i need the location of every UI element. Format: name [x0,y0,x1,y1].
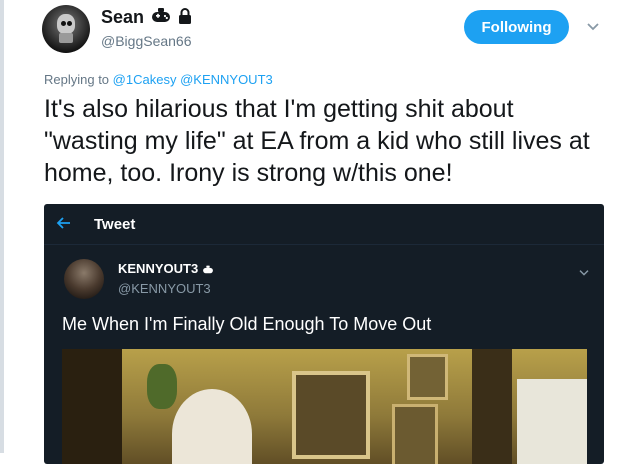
quoted-author-handle[interactable]: @KENNYOUT3 [118,281,211,296]
gamepad-icon [202,262,214,280]
embed-header-title: Tweet [94,216,136,233]
chevron-down-icon[interactable] [578,264,590,282]
left-edge-divider [0,0,4,453]
author-badges [150,8,192,29]
media-picture-frame [392,404,438,464]
chevron-down-icon[interactable] [586,19,600,37]
following-button[interactable]: Following [464,10,569,44]
avatar-eye-left [61,21,66,26]
quoted-tweet-text: Me When I'm Finally Old Enough To Move O… [62,314,432,334]
author-handle[interactable]: @BiggSean66 [101,33,192,49]
quoted-author-avatar[interactable] [64,259,104,299]
avatar-skull-shape [57,14,75,34]
author-name[interactable]: Sean [101,7,144,28]
avatar-eye-right [67,21,72,26]
replying-to-prefix: Replying to [44,72,110,87]
media-picture-frame [407,354,448,400]
author-avatar[interactable] [42,5,90,53]
gamepad-icon [150,8,172,29]
tweet-text: It's also hilarious that I'm getting shi… [44,95,590,187]
back-arrow-icon[interactable] [56,216,72,235]
lock-icon [178,8,192,29]
mention-link-1cakesy[interactable]: @1Cakesy [113,72,177,87]
mention-link-kennyout3[interactable]: @KENNYOUT3 [180,72,273,87]
media-doorway-shape [472,349,512,464]
avatar-jaw-shape [59,33,73,43]
quoted-tweet-media[interactable] [62,349,587,464]
media-picture-frame [292,371,370,459]
media-dark-left-area [62,349,122,464]
media-plant-shape [147,364,177,409]
embed-header: Tweet [44,204,604,245]
media-cabinet-shape [517,379,587,464]
quoted-tweet-embed[interactable]: Tweet KENNYOUT3 @KENNYOUT3 Me When I'm F… [44,204,604,464]
replying-to-line: Replying to @1Cakesy @KENNYOUT3 [44,72,273,87]
quoted-author-name[interactable]: KENNYOUT3 [118,261,198,276]
